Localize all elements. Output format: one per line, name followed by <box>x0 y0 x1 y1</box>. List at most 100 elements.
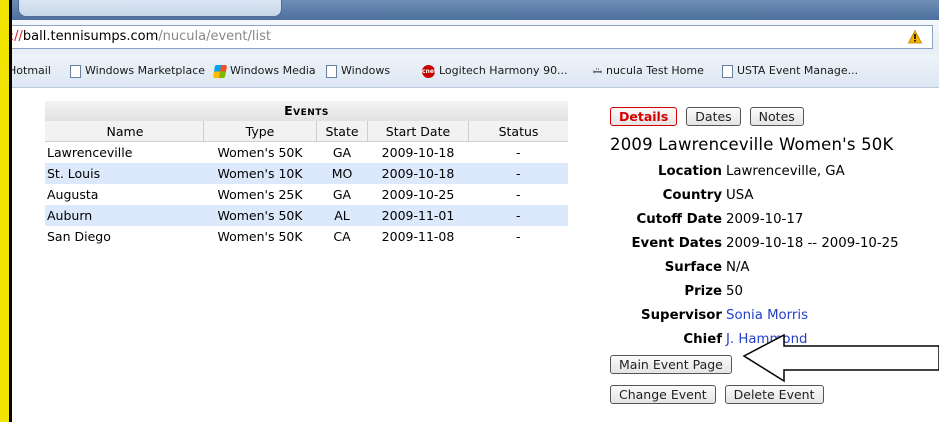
favorite-label: Logitech Harmony 90... <box>439 64 568 77</box>
info-label: Chief <box>683 332 722 347</box>
annotation-arrow-icon <box>742 334 939 383</box>
info-label: Surface <box>664 260 722 275</box>
info-row-country: Country USA <box>610 184 939 208</box>
info-row-supervisor: Supervisor Sonia Morris <box>610 304 939 328</box>
favorite-usta-event-manager[interactable]: USTA Event Manage... <box>722 63 858 79</box>
info-value: USA <box>726 188 754 203</box>
cell-name: Augusta <box>47 187 99 202</box>
favorite-hotmail[interactable]: Hotmail <box>8 63 51 79</box>
page-icon <box>326 64 337 78</box>
info-label: Country <box>662 188 722 203</box>
tab-details[interactable]: Details <box>610 107 678 126</box>
table-row[interactable]: Augusta Women's 25K GA 2009-10-25 - <box>45 184 568 205</box>
favorite-label: Windows <box>341 64 391 77</box>
column-header-status[interactable]: Status <box>468 121 568 142</box>
page-icon <box>722 64 733 78</box>
page-icon <box>70 64 81 78</box>
url-domain: ball.tennisumps.com <box>22 29 159 44</box>
cell-name: Lawrenceville <box>47 145 133 160</box>
address-bar: s://ball.tennisumps.com/nucula/event/lis… <box>0 20 939 55</box>
cell-state: GA <box>332 145 352 160</box>
left-highlight-strip <box>0 0 9 422</box>
left-border <box>9 0 12 422</box>
cell-state: AL <box>316 205 368 226</box>
cell-status: - <box>515 187 521 202</box>
nucula-icon: ꟷ̈ <box>593 65 602 79</box>
info-label: Location <box>658 164 722 179</box>
info-row-cutoff-date: Cutoff Date 2009-10-17 <box>610 208 939 232</box>
table-row[interactable]: Lawrenceville Women's 50K GA 2009-10-18 … <box>45 142 568 164</box>
info-value: N/A <box>726 260 750 275</box>
cell-start-date: 2009-10-18 <box>381 145 455 160</box>
cell-type: Women's 10K <box>203 163 317 184</box>
column-header-type[interactable]: Type <box>203 121 317 142</box>
favorite-windows-media[interactable]: Windows Media <box>212 63 316 79</box>
cell-type: Women's 50K <box>217 229 303 244</box>
favorite-windows[interactable]: Windows <box>326 63 390 79</box>
cell-status: - <box>515 229 521 244</box>
url-field[interactable]: s://ball.tennisumps.com/nucula/event/lis… <box>0 25 933 49</box>
cell-start-date: 2009-10-18 <box>367 163 469 184</box>
info-value: Lawrenceville, GA <box>726 164 845 179</box>
event-info: Location Lawrenceville, GA Country USA Cut… <box>610 160 939 352</box>
favorite-label: nucula Test Home <box>605 64 704 77</box>
tab-notes[interactable]: Notes <box>749 107 804 126</box>
supervisor-link[interactable]: Sonia Morris <box>726 304 808 328</box>
change-event-button[interactable]: Change Event <box>610 385 716 404</box>
column-header-name[interactable]: Name <box>45 121 204 142</box>
info-label: Supervisor <box>641 308 722 323</box>
details-tabs: Details Dates Notes <box>610 107 939 126</box>
table-row[interactable]: St. Louis Women's 10K MO 2009-10-18 - <box>45 163 568 184</box>
info-row-surface: Surface N/A <box>610 256 939 280</box>
favorite-windows-marketplace[interactable]: Windows Marketplace <box>70 63 205 79</box>
delete-event-button[interactable]: Delete Event <box>724 385 824 404</box>
info-value: 50 <box>726 284 743 299</box>
info-value: 2009-10-17 <box>726 212 804 227</box>
favorite-nucula-test-home[interactable]: ꟷ̈ nucula Test Home <box>593 63 704 79</box>
url-path: /nucula/event/list <box>158 29 271 44</box>
cell-type: Women's 25K <box>217 187 303 202</box>
table-header-row: Name Type State Start Date Status <box>45 121 568 142</box>
tab-dates[interactable]: Dates <box>686 107 741 126</box>
info-label: Event Dates <box>631 236 722 251</box>
cell-state: MO <box>316 163 368 184</box>
favorites-bar: Hotmail Windows Marketplace Windows Medi… <box>0 54 939 88</box>
table-row[interactable]: Auburn Women's 50K AL 2009-11-01 - <box>45 205 568 226</box>
cell-name: St. Louis <box>45 163 204 184</box>
events-caption: Events <box>45 101 568 121</box>
cell-start-date: 2009-11-08 <box>381 229 455 244</box>
event-action-row: Change Event Delete Event <box>610 385 939 404</box>
windows-logo-icon <box>212 64 228 78</box>
browser-window: s://ball.tennisumps.com/nucula/event/lis… <box>0 0 939 422</box>
cell-name: Auburn <box>45 205 204 226</box>
cell-status: - <box>468 163 568 184</box>
main-event-page-button[interactable]: Main Event Page <box>610 355 732 374</box>
favorite-logitech-harmony[interactable]: cnet Logitech Harmony 90... <box>422 63 568 79</box>
table-row[interactable]: San Diego Women's 50K CA 2009-11-08 - <box>45 226 568 247</box>
cell-status: - <box>515 145 521 160</box>
cell-state: CA <box>333 229 351 244</box>
info-row-location: Location Lawrenceville, GA <box>610 160 939 184</box>
tab-bar <box>0 0 939 20</box>
event-title: 2009 Lawrenceville Women's 50K <box>610 135 894 154</box>
column-header-state[interactable]: State <box>316 121 368 142</box>
warning-icon[interactable] <box>908 30 922 44</box>
column-header-start-date[interactable]: Start Date <box>367 121 469 142</box>
cnet-icon: cnet <box>422 64 437 78</box>
cell-type: Women's 50K <box>203 205 317 226</box>
favorite-label: Hotmail <box>8 64 51 77</box>
info-label: Prize <box>684 284 722 299</box>
cell-name: San Diego <box>47 229 111 244</box>
cell-start-date: 2009-10-25 <box>381 187 455 202</box>
cell-state: GA <box>332 187 352 202</box>
cell-start-date: 2009-11-01 <box>367 205 469 226</box>
info-value: 2009-10-18 -- 2009-10-25 <box>726 236 899 251</box>
favorite-label: USTA Event Manage... <box>737 64 859 77</box>
info-row-prize: Prize 50 <box>610 280 939 304</box>
favorite-label: Windows Marketplace <box>85 64 206 77</box>
browser-tab[interactable] <box>18 0 282 17</box>
favorite-label: Windows Media <box>230 64 316 77</box>
cell-type: Women's 50K <box>217 145 303 160</box>
cell-status: - <box>468 205 568 226</box>
info-row-event-dates: Event Dates 2009-10-18 -- 2009-10-25 <box>610 232 939 256</box>
